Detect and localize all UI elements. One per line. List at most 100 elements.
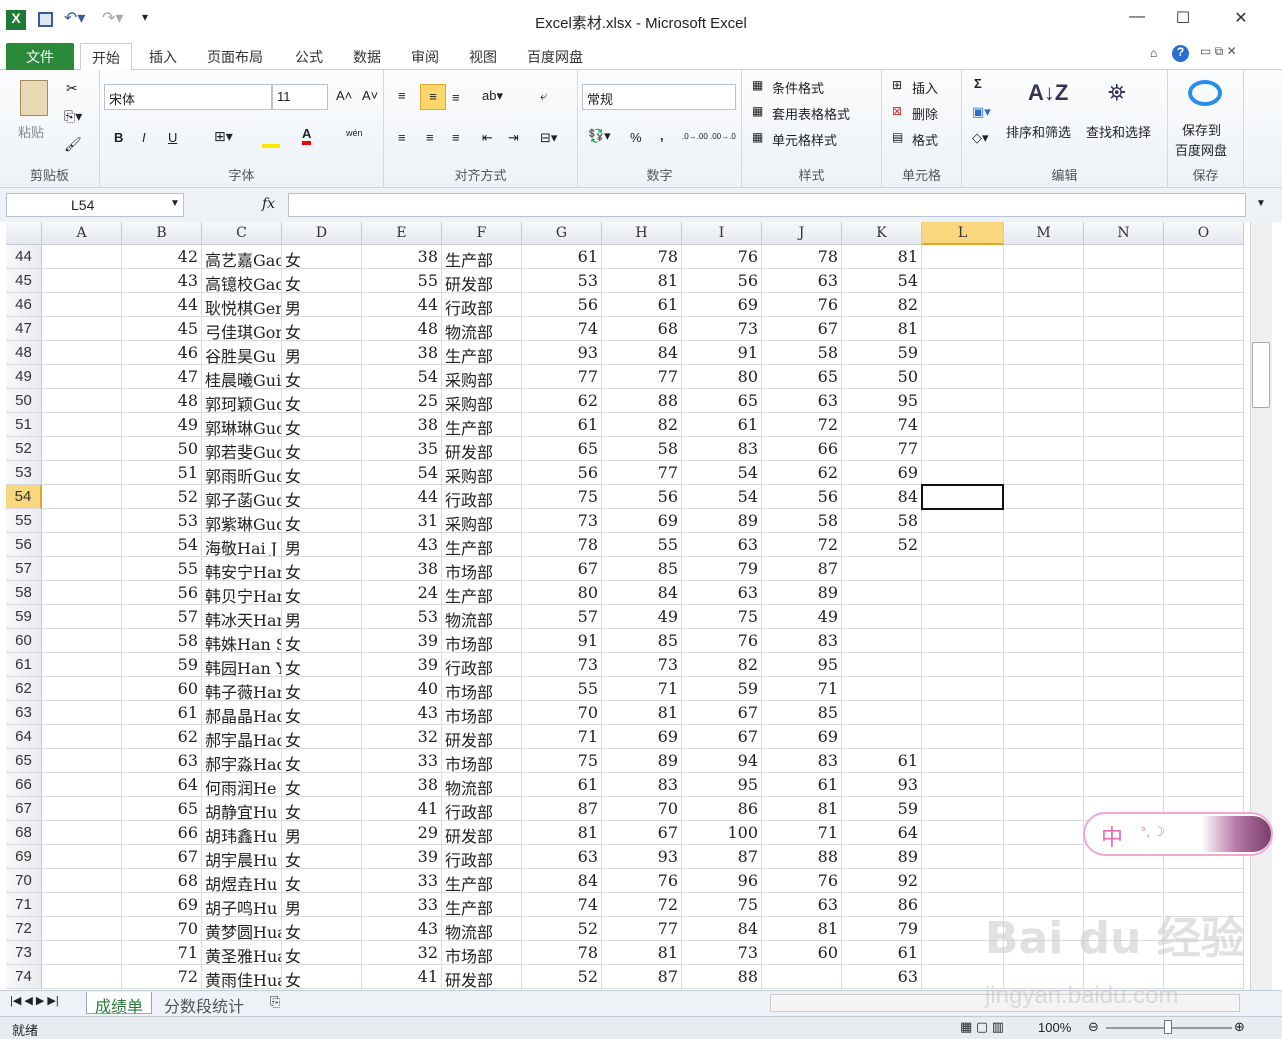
cell-N49[interactable] [1084, 365, 1164, 389]
cell-H72[interactable]: 77 [602, 917, 682, 941]
cell-I55[interactable]: 89 [682, 509, 762, 533]
cell-L57[interactable] [922, 557, 1004, 581]
cell-C66[interactable]: 何雨润He [202, 773, 282, 797]
cell-O70[interactable] [1164, 869, 1244, 893]
align-top-icon[interactable]: ≡ [398, 88, 406, 103]
cell-N54[interactable] [1084, 485, 1164, 509]
cell-O54[interactable] [1164, 485, 1244, 509]
cell-K45[interactable]: 54 [842, 269, 922, 293]
sheet-tab-score[interactable]: 成绩单 [86, 992, 153, 1016]
cell-I58[interactable]: 63 [682, 581, 762, 605]
cell-J47[interactable]: 67 [762, 317, 842, 341]
cell-B63[interactable]: 61 [122, 701, 202, 725]
cell-I46[interactable]: 69 [682, 293, 762, 317]
cell-F64[interactable]: 研发部 [442, 725, 522, 749]
cell-I47[interactable]: 73 [682, 317, 762, 341]
cell-F62[interactable]: 市场部 [442, 677, 522, 701]
cell-O55[interactable] [1164, 509, 1244, 533]
cell-F46[interactable]: 行政部 [442, 293, 522, 317]
cell-D59[interactable]: 男 [282, 605, 362, 629]
cell-N47[interactable] [1084, 317, 1164, 341]
cell-I54[interactable]: 54 [682, 485, 762, 509]
cell-B45[interactable]: 43 [122, 269, 202, 293]
cell-I68[interactable]: 100 [682, 821, 762, 845]
cell-G44[interactable]: 61 [522, 245, 602, 269]
cell-E44[interactable]: 38 [362, 245, 442, 269]
cell-I72[interactable]: 84 [682, 917, 762, 941]
cell-G70[interactable]: 84 [522, 869, 602, 893]
cell-J68[interactable]: 71 [762, 821, 842, 845]
row-header-67[interactable]: 67 [6, 797, 42, 821]
cell-C70[interactable]: 胡煜垚Hu [202, 869, 282, 893]
cell-O57[interactable] [1164, 557, 1244, 581]
cell-O46[interactable] [1164, 293, 1244, 317]
cell-B68[interactable]: 66 [122, 821, 202, 845]
cell-E49[interactable]: 54 [362, 365, 442, 389]
cell-A50[interactable] [42, 389, 122, 413]
cell-F55[interactable]: 采购部 [442, 509, 522, 533]
cell-L56[interactable] [922, 533, 1004, 557]
view-buttons[interactable]: ▦ ▢ ▥ [960, 1019, 1004, 1035]
cell-N51[interactable] [1084, 413, 1164, 437]
cell-O45[interactable] [1164, 269, 1244, 293]
cell-O44[interactable] [1164, 245, 1244, 269]
align-middle-icon[interactable]: ≡ [420, 84, 446, 110]
cell-C74[interactable]: 黄雨佳Hua [202, 965, 282, 989]
cell-G55[interactable]: 73 [522, 509, 602, 533]
decrease-indent-icon[interactable]: ⇤ [482, 130, 493, 146]
sheet-tab-stats[interactable]: 分数段统计 [156, 992, 252, 1016]
cell-F73[interactable]: 市场部 [442, 941, 522, 965]
fill-icon[interactable]: ▣▾ [972, 104, 991, 120]
cell-K59[interactable] [842, 605, 922, 629]
cell-B47[interactable]: 45 [122, 317, 202, 341]
cell-K72[interactable]: 79 [842, 917, 922, 941]
cell-C44[interactable]: 高艺嘉Gao [202, 245, 282, 269]
cell-A70[interactable] [42, 869, 122, 893]
insert-cells-button[interactable]: 插入 [912, 78, 938, 97]
cell-G63[interactable]: 70 [522, 701, 602, 725]
clear-icon[interactable]: ◇▾ [972, 130, 989, 146]
cell-H64[interactable]: 69 [602, 725, 682, 749]
cell-styles-button[interactable]: 单元格样式 [772, 130, 837, 149]
cell-F70[interactable]: 生产部 [442, 869, 522, 893]
align-bottom-icon[interactable]: ≡ [452, 90, 460, 105]
cell-C67[interactable]: 胡静宜Hu [202, 797, 282, 821]
cell-L62[interactable] [922, 677, 1004, 701]
cell-M56[interactable] [1004, 533, 1084, 557]
cell-B49[interactable]: 47 [122, 365, 202, 389]
cell-E55[interactable]: 31 [362, 509, 442, 533]
cell-F53[interactable]: 采购部 [442, 461, 522, 485]
decrease-decimal-button[interactable]: .00→.0 [710, 132, 736, 141]
cell-C59[interactable]: 韩冰天Han [202, 605, 282, 629]
cell-E50[interactable]: 25 [362, 389, 442, 413]
border-icon[interactable]: ⊞▾ [214, 128, 233, 145]
cell-L61[interactable] [922, 653, 1004, 677]
cell-M45[interactable] [1004, 269, 1084, 293]
comma-button[interactable]: , [660, 128, 664, 143]
column-header-B[interactable]: B [122, 222, 202, 245]
format-as-table-button[interactable]: 套用表格格式 [772, 104, 850, 123]
row-header-65[interactable]: 65 [6, 749, 42, 773]
maximize-button[interactable]: ☐ [1160, 8, 1206, 32]
cell-N64[interactable] [1084, 725, 1164, 749]
cell-M46[interactable] [1004, 293, 1084, 317]
cell-M61[interactable] [1004, 653, 1084, 677]
cell-A69[interactable] [42, 845, 122, 869]
cell-H73[interactable]: 81 [602, 941, 682, 965]
cell-N56[interactable] [1084, 533, 1164, 557]
cell-N63[interactable] [1084, 701, 1164, 725]
cell-B60[interactable]: 58 [122, 629, 202, 653]
cell-D67[interactable]: 女 [282, 797, 362, 821]
cell-O51[interactable] [1164, 413, 1244, 437]
cell-I64[interactable]: 67 [682, 725, 762, 749]
cell-G57[interactable]: 67 [522, 557, 602, 581]
cell-B64[interactable]: 62 [122, 725, 202, 749]
cell-F44[interactable]: 生产部 [442, 245, 522, 269]
cell-B73[interactable]: 71 [122, 941, 202, 965]
cell-K50[interactable]: 95 [842, 389, 922, 413]
cell-C50[interactable]: 郭珂颖Guo [202, 389, 282, 413]
column-header-I[interactable]: I [682, 222, 762, 245]
cell-K53[interactable]: 69 [842, 461, 922, 485]
row-header-50[interactable]: 50 [6, 389, 42, 413]
cell-H44[interactable]: 78 [602, 245, 682, 269]
